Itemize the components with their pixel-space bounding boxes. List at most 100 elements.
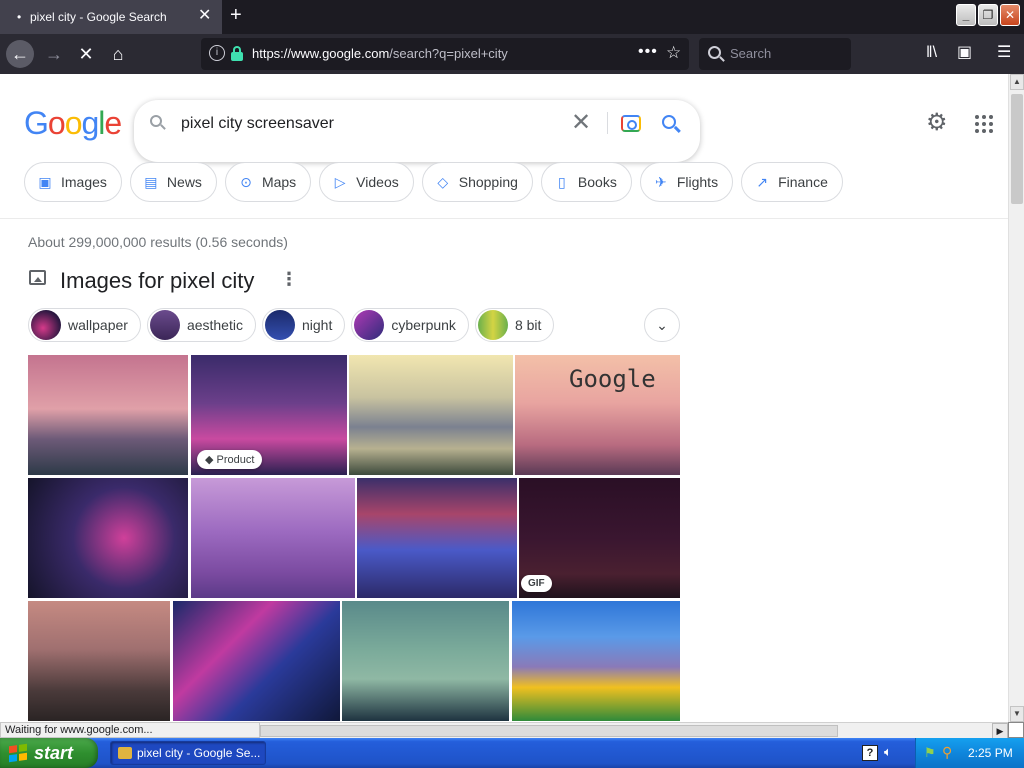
speaker-icon[interactable]: 🔈︎ xyxy=(884,744,892,760)
chip-label: aesthetic xyxy=(186,317,243,333)
logo-letter: e xyxy=(104,105,122,141)
scroll-up-icon[interactable]: ▲ xyxy=(1010,74,1024,90)
lock-icon[interactable] xyxy=(231,46,243,61)
image-result[interactable] xyxy=(512,601,680,721)
tab-books[interactable]: ▯ Books xyxy=(540,162,632,202)
library-icon[interactable]: ‖\ xyxy=(926,43,937,63)
minimize-button[interactable]: _ xyxy=(956,4,976,26)
start-button[interactable]: start xyxy=(0,738,98,768)
map-pin-icon: ⊙ xyxy=(240,174,252,190)
flag-pane xyxy=(19,743,27,752)
tab-flights[interactable]: ✈ Flights xyxy=(639,162,734,202)
tab-finance[interactable]: ↗ Finance xyxy=(741,162,843,202)
logo-letter: o xyxy=(64,105,83,141)
image-result[interactable] xyxy=(191,478,355,598)
image-result[interactable] xyxy=(28,601,170,721)
tab-label: Books xyxy=(577,174,617,190)
taskbar-window-item[interactable]: pixel city - Google Se... xyxy=(110,741,266,765)
flag-pane xyxy=(9,745,17,754)
clock[interactable]: 2:25 PM xyxy=(968,746,1013,760)
chip-label: cyberpunk xyxy=(391,317,456,333)
play-icon: ▷ xyxy=(334,174,346,190)
menu-icon[interactable]: ☰ xyxy=(997,43,1011,63)
logo-letter: o xyxy=(47,105,66,141)
refinement-chip-aesthetic[interactable]: aesthetic xyxy=(146,308,256,342)
help-icon[interactable]: ? xyxy=(862,745,878,761)
refinement-chip-cyberpunk[interactable]: cyberpunk xyxy=(351,308,469,342)
image-result[interactable] xyxy=(357,478,517,598)
tab-videos[interactable]: ▷ Videos xyxy=(319,162,414,202)
new-tab-button[interactable]: + xyxy=(230,5,242,25)
browser-tab[interactable]: • pixel city - Google Search ✕ xyxy=(0,0,222,34)
sidebar-icon[interactable]: ▣ xyxy=(957,43,972,63)
scroll-right-icon[interactable]: ▶ xyxy=(992,723,1008,739)
refinement-chip-night[interactable]: night xyxy=(261,308,346,342)
tab-label: Videos xyxy=(356,174,399,190)
airplane-icon: ✈ xyxy=(654,174,667,190)
image-result[interactable] xyxy=(349,355,513,475)
chip-label: night xyxy=(301,317,333,333)
image-result[interactable] xyxy=(342,601,509,721)
more-options-icon[interactable]: ⋮ xyxy=(280,270,298,288)
image-result[interactable] xyxy=(28,355,188,475)
google-search-box[interactable]: ✕ xyxy=(134,100,700,162)
badge-label: Product xyxy=(216,454,255,466)
image-result[interactable]: GIF xyxy=(519,478,680,598)
info-icon[interactable]: i xyxy=(209,45,225,61)
gear-icon[interactable]: ⚙ xyxy=(926,111,948,135)
close-window-button[interactable]: ✕ xyxy=(1000,4,1020,26)
search-icon xyxy=(150,115,162,127)
image-result[interactable]: ◆ Product xyxy=(191,355,347,475)
image-result[interactable]: Google xyxy=(515,355,680,475)
scroll-down-icon[interactable]: ▼ xyxy=(1010,706,1024,722)
horizontal-scrollbar[interactable]: ▶ xyxy=(260,722,1008,739)
page-actions-icon[interactable]: ••• xyxy=(638,43,658,61)
home-icon: ⌂ xyxy=(112,44,124,64)
forward-button[interactable]: → xyxy=(40,40,68,68)
arrow-right-icon: → xyxy=(45,44,63,64)
url-text[interactable]: https://www.google.com/search?q=pixel+ci… xyxy=(252,46,508,61)
search-input[interactable] xyxy=(181,115,541,133)
search-submit-icon[interactable] xyxy=(662,115,676,129)
bookmark-star-icon[interactable]: ☆ xyxy=(666,43,681,63)
product-badge: ◆ Product xyxy=(197,450,263,469)
chip-thumbnail xyxy=(477,310,508,340)
back-button[interactable]: ← xyxy=(6,40,34,68)
google-logo[interactable]: Google xyxy=(24,105,122,142)
scroll-thumb[interactable] xyxy=(260,725,838,737)
images-section-heading[interactable]: Images for pixel city xyxy=(60,268,254,294)
tab-images[interactable]: ▣ Images xyxy=(24,162,122,202)
expand-chips-button[interactable]: ⌄ xyxy=(644,308,680,342)
clear-search-icon[interactable]: ✕ xyxy=(571,109,591,137)
close-tab-icon[interactable]: ✕ xyxy=(198,7,211,25)
home-button[interactable]: ⌂ xyxy=(104,40,132,68)
restore-button[interactable]: ❐ xyxy=(978,4,998,26)
chip-thumbnail xyxy=(264,310,295,340)
image-icon xyxy=(29,270,46,285)
camera-lens-icon[interactable] xyxy=(621,115,641,132)
vertical-scrollbar[interactable]: ▲ ▼ xyxy=(1008,74,1024,722)
image-result[interactable] xyxy=(28,478,188,598)
tab-news[interactable]: ▤ News xyxy=(129,162,217,202)
chip-label: 8 bit xyxy=(514,317,542,333)
system-tray: ⚑ ⚲ 2:25 PM xyxy=(915,738,1024,768)
tab-shopping[interactable]: ◇ Shopping xyxy=(421,162,533,202)
refinement-chip-wallpaper[interactable]: wallpaper xyxy=(28,308,141,342)
image-result[interactable] xyxy=(173,601,340,721)
book-icon: ▯ xyxy=(558,174,566,190)
url-domain: https://www.google.com xyxy=(252,46,390,61)
stop-button[interactable]: ✕ xyxy=(72,40,100,68)
google-results-page: Google ✕ ⚙ ▣ Images ▤ News ⊙ Maps ▷ Videos ◇… xyxy=(0,74,1008,722)
browser-search-box[interactable]: Search xyxy=(699,38,851,70)
logo-letter: G xyxy=(24,105,49,141)
tab-maps[interactable]: ⊙ Maps xyxy=(224,162,312,202)
results-stats: About 299,000,000 results (0.56 seconds) xyxy=(28,234,288,250)
apps-grid-icon[interactable] xyxy=(975,115,993,133)
status-bar: Waiting for www.google.com... xyxy=(0,722,260,738)
network-icon[interactable]: ⚑ xyxy=(924,745,936,761)
scroll-thumb[interactable] xyxy=(1011,94,1023,204)
address-bar[interactable]: i https://www.google.com/search?q=pixel+… xyxy=(201,38,689,70)
tab-label: Images xyxy=(61,174,107,190)
magnifier-icon[interactable]: ⚲ xyxy=(942,744,952,761)
refinement-chip-8-bit[interactable]: 8 bit xyxy=(474,308,555,342)
